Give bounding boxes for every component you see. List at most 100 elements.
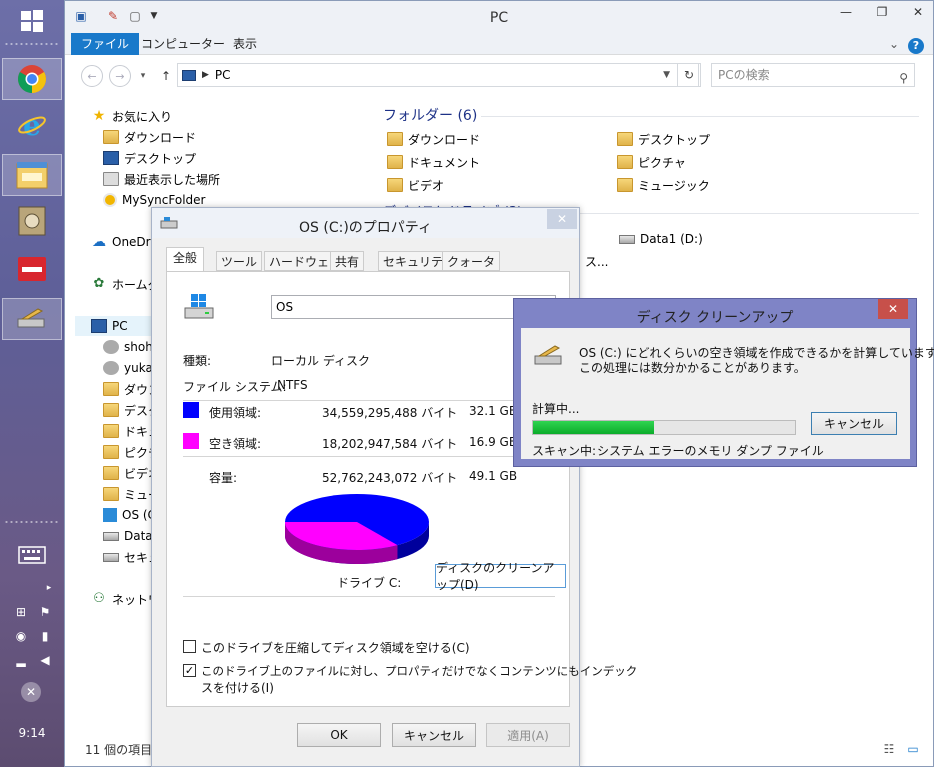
pictures-folder-icon — [617, 155, 633, 169]
tray-signal-icon[interactable]: ▂ — [12, 652, 30, 668]
folder-item[interactable]: ピクチャ — [617, 152, 686, 172]
ribbon-tab-view[interactable]: 表示 — [223, 33, 267, 55]
tab-general[interactable]: 全般 — [166, 247, 205, 272]
help-icon[interactable]: ? — [907, 35, 925, 57]
index-label-line1[interactable]: このドライブ上のファイルに対し、プロパティだけでなくコンテンツにもインデック — [201, 663, 637, 679]
compress-label[interactable]: このドライブを圧縮してディスク領域を空ける(C) — [201, 639, 470, 656]
tray-close-circle-icon[interactable]: ✕ — [21, 682, 41, 702]
ribbon-expand-chevron-icon[interactable]: ⌄ — [885, 33, 903, 55]
folder-label: ピクチャ — [638, 155, 686, 170]
tray-battery-icon[interactable]: ▮ — [36, 628, 54, 644]
internet-explorer-icon: e — [18, 110, 46, 140]
nav-label: お気に入り — [112, 109, 173, 124]
ribbon-tab-file[interactable]: ファイル — [71, 33, 140, 55]
taskbar-red-app[interactable] — [2, 248, 62, 290]
ribbon-tab-computer[interactable]: コンピューター — [131, 33, 235, 55]
cleanup-cancel-button[interactable]: キャンセル — [811, 412, 897, 435]
up-arrow-icon[interactable]: ↑ — [159, 67, 173, 85]
tray-expand-icon[interactable]: ▸ — [40, 580, 58, 596]
tab-tools[interactable]: ツール — [216, 251, 263, 271]
download-folder-icon — [103, 382, 119, 396]
tray-volume-icon[interactable]: ◀ — [36, 652, 54, 668]
folder-item[interactable]: ミュージック — [617, 175, 710, 195]
taskbar-disk-cleanup[interactable] — [2, 298, 62, 340]
group-folders-title[interactable]: フォルダー (6) — [383, 105, 477, 125]
free-space-label: 空き領域: — [209, 437, 262, 451]
clock[interactable]: 9:14 — [0, 726, 64, 740]
folder-item[interactable]: ドキュメント — [387, 152, 480, 172]
recent-locations-icon[interactable]: ▾ — [137, 67, 149, 85]
start-button[interactable] — [2, 0, 62, 42]
tab-quota[interactable]: クォータ — [442, 251, 501, 271]
taskbar-file-explorer[interactable] — [2, 154, 62, 196]
breadcrumb-chevron-icon[interactable]: ▶ — [202, 70, 209, 80]
disk-cleanup-icon — [17, 308, 45, 328]
general-tab-panel: OS 種類: ローカル ディスク ファイル システム: NTFS 使用領域: 3… — [166, 271, 637, 707]
videos-folder-icon — [103, 466, 119, 480]
nav-favorites[interactable]: ★ お気に入り — [91, 106, 172, 126]
apply-button[interactable]: 適用(A) — [486, 723, 570, 747]
music-folder-icon — [617, 178, 633, 192]
taskbar-divider — [4, 42, 60, 46]
back-button[interactable]: ← — [81, 65, 103, 87]
used-space-label: 使用領域: — [209, 406, 262, 420]
nav-onedrive[interactable]: ☁ OneDri — [91, 232, 154, 252]
nav-fav-recent[interactable]: 最近表示した場所 — [103, 169, 220, 189]
maximize-icon[interactable]: ❐ — [867, 1, 897, 23]
folder-item[interactable]: ビデオ — [387, 175, 444, 195]
taskbar-keyboard[interactable] — [2, 534, 62, 576]
minimize-icon[interactable]: — — [831, 1, 861, 23]
nav-fav-desktop[interactable]: デスクトップ — [103, 148, 196, 168]
search-icon[interactable]: ⚲ — [899, 67, 908, 89]
nav-label: MySyncFolder — [122, 193, 206, 207]
close-icon[interactable]: ✕ — [903, 1, 933, 23]
taskbar-internet-explorer[interactable]: e — [2, 104, 62, 146]
address-dropdown-icon[interactable]: ▼ — [663, 70, 670, 80]
forward-button[interactable]: → — [109, 65, 131, 87]
capacity-bytes: 52,762,243,072 バイト — [322, 471, 458, 485]
disk-cleanup-button[interactable]: ディスクのクリーンアップ(D) — [435, 561, 566, 592]
compress-checkbox[interactable] — [183, 640, 196, 653]
taskbar-chrome[interactable] — [2, 58, 62, 100]
address-bar[interactable]: ▶ PC ▼ — [177, 63, 699, 87]
properties-titlebar[interactable]: OS (C:)のプロパティ ✕ — [152, 208, 579, 238]
nav-pc-item[interactable]: yuka — [103, 358, 153, 378]
desktop-folder-icon — [617, 132, 633, 146]
recent-places-icon — [103, 172, 119, 186]
cleanup-title[interactable]: ディスク クリーンアップ — [514, 307, 916, 327]
tray-flag-icon[interactable]: ⚑ — [36, 604, 54, 620]
nav-label: PC — [112, 319, 128, 333]
large-icons-view-icon[interactable]: ▭ — [905, 741, 921, 757]
tray-windows-icon[interactable]: ⊞ — [12, 604, 30, 620]
pc-icon — [182, 69, 196, 81]
cleanup-close-icon[interactable]: ✕ — [878, 299, 908, 319]
scanning-label: スキャン中: — [532, 444, 597, 458]
partial-drive-label[interactable]: ス... — [585, 251, 608, 271]
taskbar-safe[interactable] — [2, 200, 62, 242]
index-checkbox[interactable]: ✓ — [183, 664, 196, 677]
nav-fav-downloads[interactable]: ダウンロード — [103, 127, 196, 147]
os-drive-icon — [103, 508, 117, 522]
nav-pc-item[interactable]: OS (C — [103, 505, 156, 525]
ok-button[interactable]: OK — [297, 723, 381, 747]
os-drive-icon — [183, 292, 215, 322]
index-label-line2[interactable]: スを付ける(I) — [201, 679, 274, 696]
pc-icon — [91, 319, 107, 333]
nav-homegroup[interactable]: ✿ ホームグ — [91, 274, 160, 294]
drive-item-data1[interactable]: Data1 (D:) — [619, 229, 703, 249]
refresh-button[interactable]: ↻ — [677, 63, 701, 87]
address-text[interactable]: PC — [215, 68, 231, 82]
tab-sharing[interactable]: 共有 — [330, 251, 365, 271]
explorer-titlebar[interactable]: ▣ ✎ ▢ ▼ PC — ❐ ✕ — [65, 1, 933, 33]
properties-close-icon[interactable]: ✕ — [547, 209, 577, 229]
divider — [183, 596, 555, 597]
search-input[interactable]: PCの検索 ⚲ — [711, 63, 915, 87]
details-view-icon[interactable]: ☷ — [881, 741, 897, 757]
nav-pc-item[interactable]: Data — [103, 526, 153, 546]
cancel-button[interactable]: キャンセル — [392, 723, 476, 747]
folder-item[interactable]: ダウンロード — [387, 129, 480, 149]
svg-text:e: e — [23, 110, 41, 140]
keyboard-icon — [18, 546, 46, 564]
folder-item[interactable]: デスクトップ — [617, 129, 710, 149]
tray-network-globe-icon[interactable]: ◉ — [12, 628, 30, 644]
